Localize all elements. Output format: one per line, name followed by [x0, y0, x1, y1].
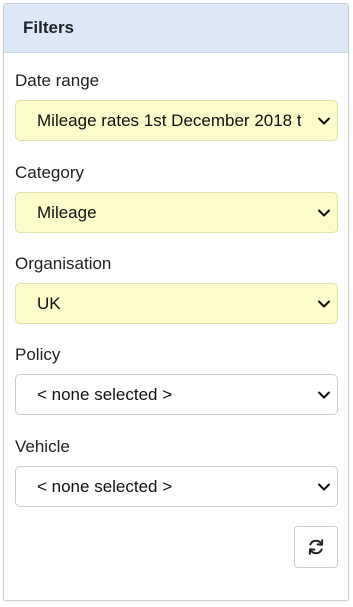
category-label: Category: [15, 163, 84, 182]
category-select[interactable]: Mileage: [15, 192, 338, 233]
policy-label: Policy: [15, 345, 61, 364]
policy-value: < none selected >: [37, 384, 173, 404]
refresh-button[interactable]: [294, 526, 338, 568]
policy-select[interactable]: < none selected >: [15, 374, 338, 415]
date-range-value: Mileage rates 1st December 2018 to: [37, 110, 301, 130]
panel-title: Filters: [4, 4, 348, 53]
refresh-icon: [308, 539, 324, 555]
chevron-down-icon: [318, 391, 330, 398]
chevron-down-icon: [318, 300, 330, 307]
category-value: Mileage: [37, 202, 97, 222]
vehicle-label: Vehicle: [15, 437, 70, 456]
date-range-label: Date range: [15, 71, 100, 90]
vehicle-value: < none selected >: [37, 476, 173, 496]
organisation-select[interactable]: UK: [15, 283, 338, 324]
vehicle-select[interactable]: < none selected >: [15, 466, 338, 507]
organisation-value: UK: [37, 293, 61, 313]
filters-panel: Filters Date range Mileage rates 1st Dec…: [3, 3, 349, 601]
organisation-label: Organisation: [15, 254, 112, 273]
chevron-down-icon: [318, 483, 330, 490]
chevron-down-icon: [318, 117, 330, 124]
date-range-select[interactable]: Mileage rates 1st December 2018 to: [15, 100, 338, 141]
chevron-down-icon: [318, 209, 330, 216]
